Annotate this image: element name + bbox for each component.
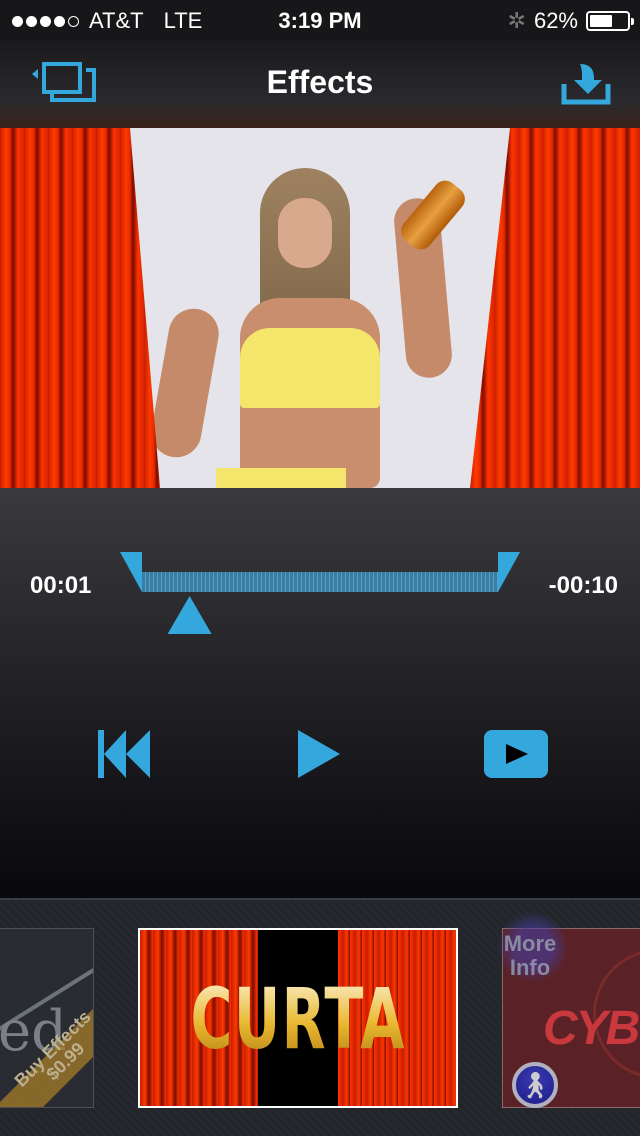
subject-arm: [147, 304, 223, 462]
effect-title-cyber: CYB: [543, 1002, 640, 1055]
subject-shorts: [216, 468, 346, 488]
curtain-right: [470, 128, 640, 488]
more-info-button[interactable]: More Info: [498, 912, 568, 982]
elapsed-time: 00:01: [30, 572, 92, 599]
curtain-left: [0, 128, 160, 488]
playhead-handle[interactable]: [167, 596, 212, 634]
preview-subject: [147, 168, 470, 488]
subject-face: [278, 198, 332, 268]
navigation-bar: Effects: [0, 40, 640, 128]
battery-percent: 62%: [533, 8, 578, 33]
remaining-time: -00:10: [548, 572, 618, 599]
playback-controls: 00:01 -00:10: [0, 488, 640, 898]
effect-title-curtain: CURTAIN: [190, 970, 458, 1068]
effects-tray[interactable]: ed Buy Effects $0.99 CURTAIN CYB More In…: [0, 898, 640, 1136]
skip-to-start-icon: [98, 730, 150, 778]
download-icon: [561, 64, 611, 105]
walking-person-icon[interactable]: 🚶︎: [512, 1062, 558, 1108]
effect-thumbnail-previous[interactable]: ed Buy Effects $0.99: [0, 928, 94, 1108]
trim-start-handle[interactable]: [120, 552, 142, 592]
preview-play-button[interactable]: [484, 730, 548, 778]
bluetooth-icon: ✲: [507, 8, 526, 33]
effect-thumbnail-curtain[interactable]: CURTAIN: [138, 928, 458, 1108]
export-button[interactable]: [560, 60, 612, 108]
rewind-button[interactable]: [98, 730, 150, 778]
video-preview[interactable]: [0, 128, 640, 488]
play-icon: [298, 730, 340, 778]
subject-top: [240, 328, 380, 408]
battery-fill: [590, 15, 613, 27]
status-right: ✲ 62%: [507, 8, 634, 34]
status-bar: AT&T LTE 3:19 PM ✲ 62%: [0, 0, 640, 40]
trim-end-handle[interactable]: [498, 552, 520, 592]
preview-play-icon: [506, 744, 528, 764]
battery-nub: [631, 18, 634, 25]
more-info-label: More Info: [503, 931, 557, 980]
page-title: Effects: [266, 64, 374, 100]
play-button[interactable]: [298, 730, 342, 778]
battery-icon: [586, 11, 634, 31]
timeline-scrubber[interactable]: [142, 572, 498, 592]
